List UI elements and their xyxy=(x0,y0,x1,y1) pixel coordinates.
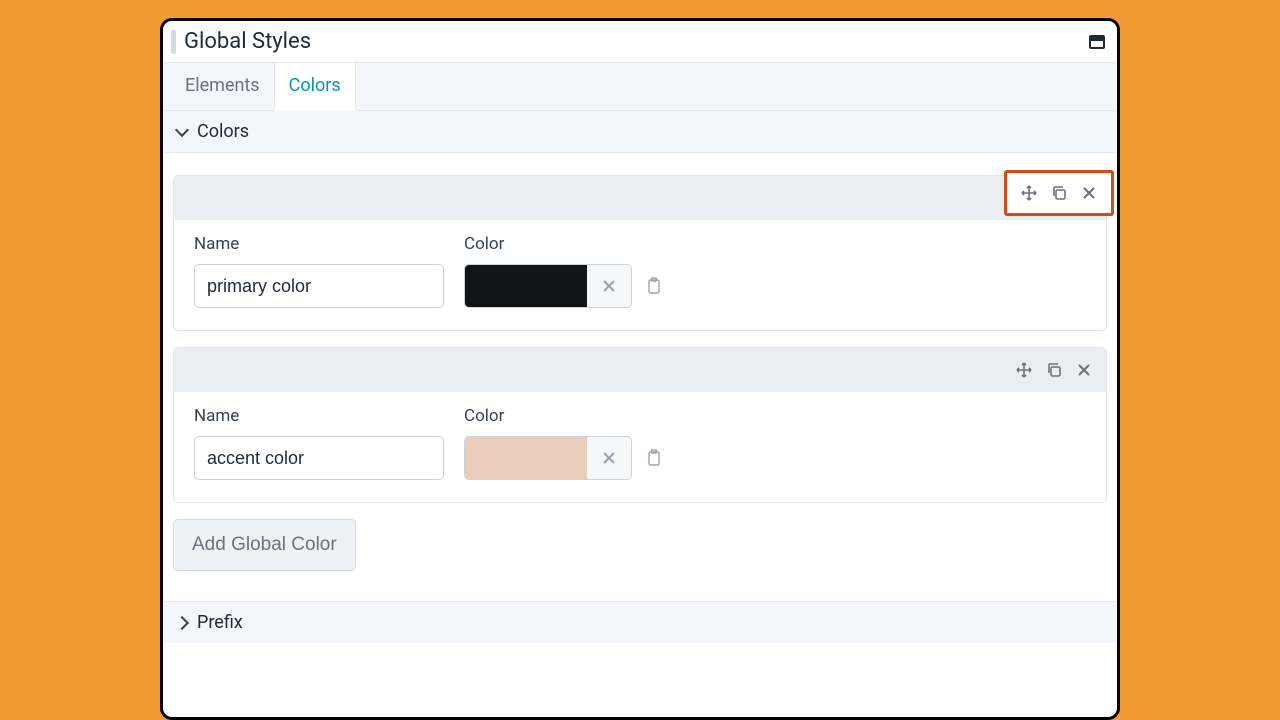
clear-color-button[interactable] xyxy=(587,437,631,479)
global-styles-panel: Global Styles Elements Colors Colors Nam… xyxy=(160,18,1120,720)
color-label: Color xyxy=(464,406,662,426)
add-global-color-button[interactable]: Add Global Color xyxy=(173,519,356,571)
color-swatch-wrap xyxy=(464,264,632,308)
panel-header: Global Styles xyxy=(163,21,1117,63)
maximize-icon[interactable] xyxy=(1089,35,1105,49)
color-name-input[interactable] xyxy=(194,264,444,308)
card-header xyxy=(174,176,1106,220)
color-name-input[interactable] xyxy=(194,436,444,480)
color-card: Name Color xyxy=(173,347,1107,503)
color-card: Name Color xyxy=(173,175,1107,331)
drag-handle-icon[interactable] xyxy=(171,30,176,54)
copy-icon[interactable] xyxy=(1046,362,1062,378)
copy-icon[interactable] xyxy=(1051,185,1067,201)
panel-title: Global Styles xyxy=(184,29,311,54)
chevron-down-icon xyxy=(175,122,189,136)
close-icon[interactable] xyxy=(1081,185,1097,201)
section-prefix-label: Prefix xyxy=(197,612,243,633)
move-icon[interactable] xyxy=(1021,185,1037,201)
x-icon xyxy=(601,278,617,294)
section-prefix-header[interactable]: Prefix xyxy=(163,601,1117,643)
clear-color-button[interactable] xyxy=(587,265,631,307)
tabs: Elements Colors xyxy=(163,63,1117,111)
close-icon[interactable] xyxy=(1076,362,1092,378)
card-header xyxy=(174,348,1106,392)
clipboard-button[interactable] xyxy=(646,449,662,467)
tab-colors[interactable]: Colors xyxy=(274,63,356,111)
name-label: Name xyxy=(194,234,444,254)
color-swatch[interactable] xyxy=(465,437,587,479)
clipboard-button[interactable] xyxy=(646,277,662,295)
section-colors-label: Colors xyxy=(197,121,249,142)
section-colors-header[interactable]: Colors xyxy=(163,111,1117,153)
name-label: Name xyxy=(194,406,444,426)
clipboard-icon xyxy=(646,277,662,295)
clipboard-icon xyxy=(646,449,662,467)
card-actions-highlighted xyxy=(1004,170,1114,216)
move-icon[interactable] xyxy=(1016,362,1032,378)
color-label: Color xyxy=(464,234,662,254)
color-swatch[interactable] xyxy=(465,265,587,307)
color-swatch-wrap xyxy=(464,436,632,480)
tab-elements[interactable]: Elements xyxy=(171,63,274,110)
card-actions xyxy=(1016,362,1092,378)
section-colors-body: Name Color xyxy=(163,153,1117,601)
chevron-right-icon xyxy=(175,615,189,629)
x-icon xyxy=(601,450,617,466)
